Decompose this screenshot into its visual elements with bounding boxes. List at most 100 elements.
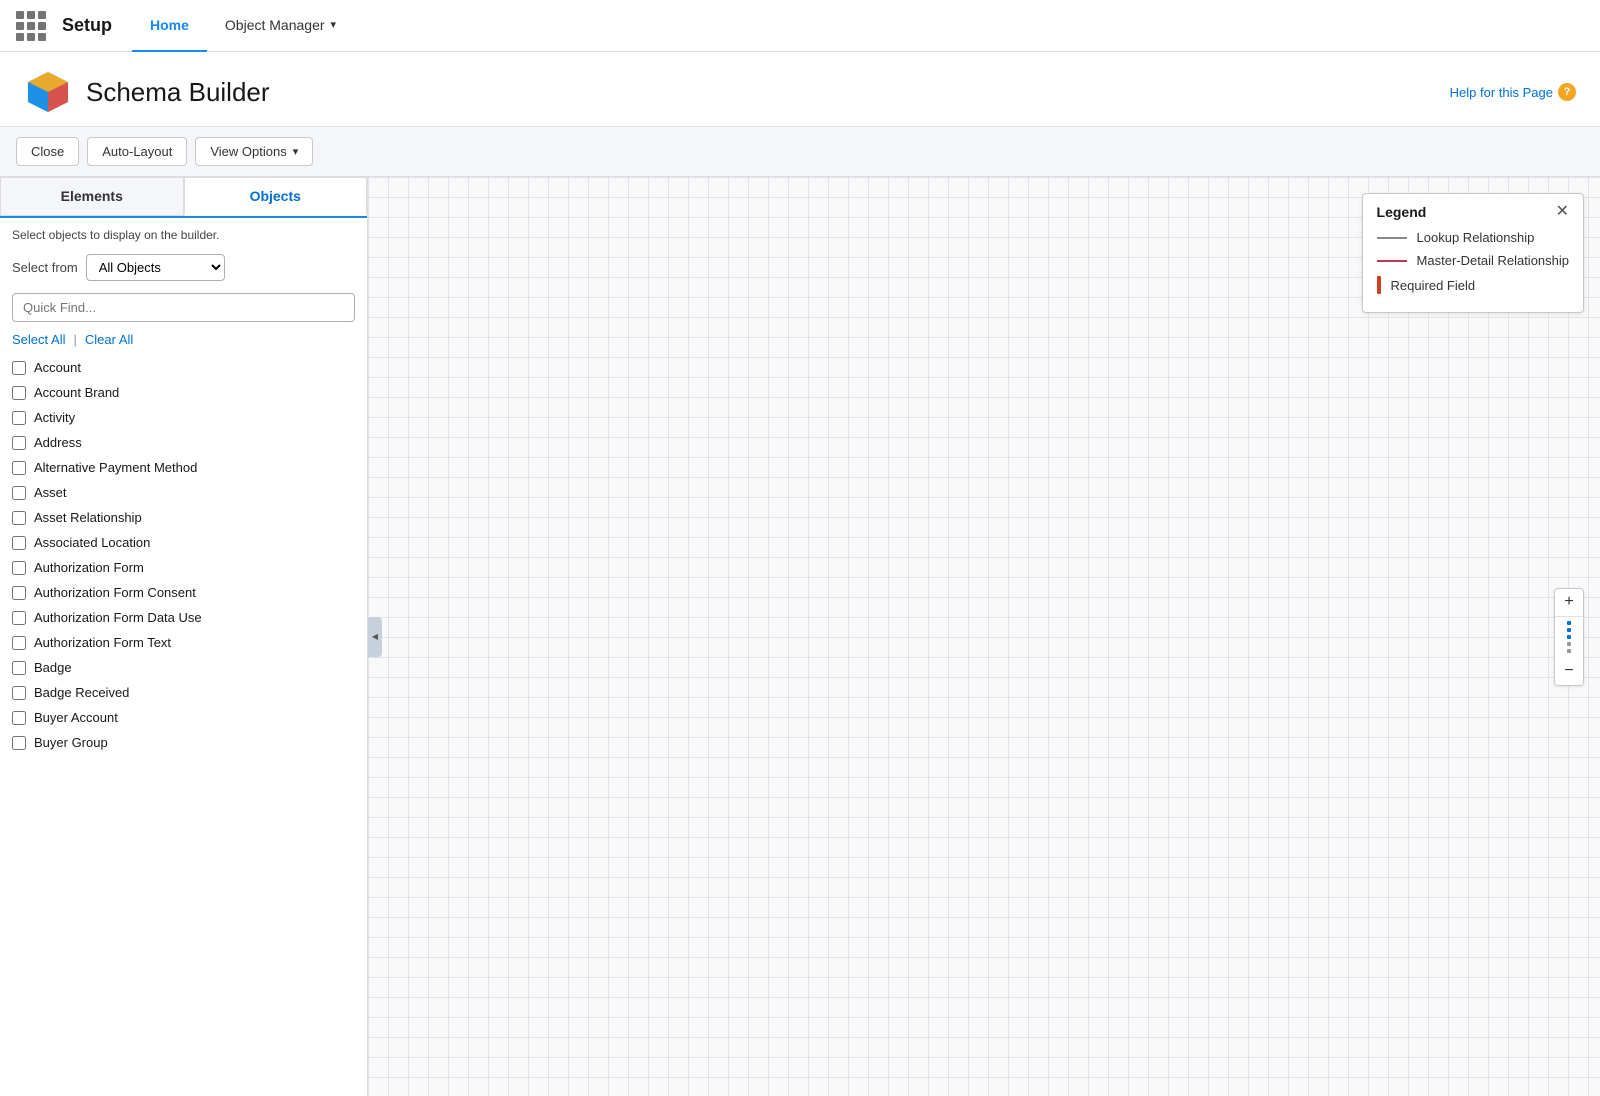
close-button[interactable]: Close xyxy=(16,137,79,166)
list-item[interactable]: Address xyxy=(0,430,367,455)
object-label-15: Buyer Group xyxy=(34,735,108,750)
zoom-out-button[interactable]: − xyxy=(1555,657,1583,685)
object-checkbox-10[interactable] xyxy=(12,611,26,625)
chevron-down-icon: ▾ xyxy=(293,145,299,158)
main-layout: Elements Objects Select objects to displ… xyxy=(0,177,1600,1096)
object-label-6: Asset Relationship xyxy=(34,510,142,525)
object-label-8: Authorization Form xyxy=(34,560,144,575)
page-header-left: Schema Builder xyxy=(24,68,270,116)
object-checkbox-6[interactable] xyxy=(12,511,26,525)
object-checkbox-8[interactable] xyxy=(12,561,26,575)
zoom-bar-3 xyxy=(1567,635,1571,639)
object-label-5: Asset xyxy=(34,485,67,500)
zoom-bar-1 xyxy=(1567,621,1571,625)
help-icon: ? xyxy=(1558,83,1576,101)
nav-tab-object-manager[interactable]: Object Manager ▾ xyxy=(207,0,354,52)
object-checkbox-5[interactable] xyxy=(12,486,26,500)
select-from-label: Select from xyxy=(12,260,78,275)
list-item[interactable]: Buyer Group xyxy=(0,730,367,755)
canvas-area[interactable]: Legend ✕ Lookup Relationship Master-Deta… xyxy=(368,177,1600,1096)
object-list: Account Account Brand Activity Address Alter… xyxy=(0,353,367,1096)
object-label-12: Badge xyxy=(34,660,72,675)
search-input[interactable] xyxy=(12,293,355,322)
object-label-11: Authorization Form Text xyxy=(34,635,171,650)
legend-item-required: Required Field xyxy=(1377,276,1569,294)
select-from-dropdown[interactable]: All Objects Custom Objects Standard Obje… xyxy=(86,254,225,281)
zoom-in-button[interactable]: + xyxy=(1555,589,1583,617)
auto-layout-button[interactable]: Auto-Layout xyxy=(87,137,187,166)
object-checkbox-1[interactable] xyxy=(12,386,26,400)
object-checkbox-2[interactable] xyxy=(12,411,26,425)
list-item[interactable]: Badge Received xyxy=(0,680,367,705)
nav-tab-home[interactable]: Home xyxy=(132,0,207,52)
object-label-3: Address xyxy=(34,435,82,450)
legend-header: Legend ✕ xyxy=(1377,204,1569,220)
object-label-13: Badge Received xyxy=(34,685,129,700)
list-item[interactable]: Authorization Form Data Use xyxy=(0,605,367,630)
zoom-slider xyxy=(1567,617,1571,657)
top-nav: Setup Home Object Manager ▾ xyxy=(0,0,1600,52)
object-label-2: Activity xyxy=(34,410,75,425)
list-item[interactable]: Alternative Payment Method xyxy=(0,455,367,480)
toolbar: Close Auto-Layout View Options ▾ xyxy=(0,127,1600,177)
object-checkbox-4[interactable] xyxy=(12,461,26,475)
view-options-button[interactable]: View Options ▾ xyxy=(195,137,313,166)
collapse-panel-handle[interactable] xyxy=(368,617,382,657)
page-title: Schema Builder xyxy=(86,77,270,108)
legend: Legend ✕ Lookup Relationship Master-Deta… xyxy=(1362,193,1584,313)
list-item[interactable]: Badge xyxy=(0,655,367,680)
object-label-14: Buyer Account xyxy=(34,710,118,725)
select-from-row: Select from All Objects Custom Objects S… xyxy=(0,248,367,287)
list-item[interactable]: Activity xyxy=(0,405,367,430)
app-name: Setup xyxy=(62,15,112,36)
panel-description: Select objects to display on the builder… xyxy=(0,218,367,248)
zoom-bar-4 xyxy=(1567,642,1571,646)
object-checkbox-9[interactable] xyxy=(12,586,26,600)
object-checkbox-13[interactable] xyxy=(12,686,26,700)
object-label-0: Account xyxy=(34,360,81,375)
search-row xyxy=(0,287,367,328)
list-item[interactable]: Asset Relationship xyxy=(0,505,367,530)
object-label-9: Authorization Form Consent xyxy=(34,585,196,600)
object-checkbox-14[interactable] xyxy=(12,711,26,725)
master-line-icon xyxy=(1377,260,1407,262)
select-clear-row: Select All | Clear All xyxy=(0,328,367,353)
object-checkbox-11[interactable] xyxy=(12,636,26,650)
object-label-4: Alternative Payment Method xyxy=(34,460,197,475)
list-item[interactable]: Authorization Form xyxy=(0,555,367,580)
object-checkbox-12[interactable] xyxy=(12,661,26,675)
app-launcher-icon[interactable] xyxy=(16,11,46,41)
object-checkbox-7[interactable] xyxy=(12,536,26,550)
object-checkbox-15[interactable] xyxy=(12,736,26,750)
object-checkbox-3[interactable] xyxy=(12,436,26,450)
clear-all-link[interactable]: Clear All xyxy=(85,332,133,347)
zoom-bar-5 xyxy=(1567,649,1571,653)
list-item[interactable]: Account xyxy=(0,355,367,380)
list-item[interactable]: Account Brand xyxy=(0,380,367,405)
list-item[interactable]: Asset xyxy=(0,480,367,505)
object-label-1: Account Brand xyxy=(34,385,119,400)
lookup-line-icon xyxy=(1377,237,1407,239)
legend-item-lookup: Lookup Relationship xyxy=(1377,230,1569,245)
object-checkbox-0[interactable] xyxy=(12,361,26,375)
list-item[interactable]: Associated Location xyxy=(0,530,367,555)
list-item[interactable]: Buyer Account xyxy=(0,705,367,730)
separator: | xyxy=(73,332,76,347)
tab-elements[interactable]: Elements xyxy=(0,177,184,216)
list-item[interactable]: Authorization Form Consent xyxy=(0,580,367,605)
legend-title: Legend xyxy=(1377,204,1427,220)
required-field-icon xyxy=(1377,276,1381,294)
legend-close-button[interactable]: ✕ xyxy=(1556,204,1569,220)
schema-builder-icon xyxy=(24,68,72,116)
select-all-link[interactable]: Select All xyxy=(12,332,65,347)
legend-item-master: Master-Detail Relationship xyxy=(1377,253,1569,268)
chevron-down-icon: ▾ xyxy=(331,18,337,31)
left-panel: Elements Objects Select objects to displ… xyxy=(0,177,368,1096)
zoom-controls: + − xyxy=(1554,588,1584,686)
zoom-bar-2 xyxy=(1567,628,1571,632)
tab-objects[interactable]: Objects xyxy=(184,177,368,216)
list-item[interactable]: Authorization Form Text xyxy=(0,630,367,655)
panel-tabs: Elements Objects xyxy=(0,177,367,218)
object-label-10: Authorization Form Data Use xyxy=(34,610,202,625)
help-link[interactable]: Help for this Page ? xyxy=(1450,83,1576,101)
